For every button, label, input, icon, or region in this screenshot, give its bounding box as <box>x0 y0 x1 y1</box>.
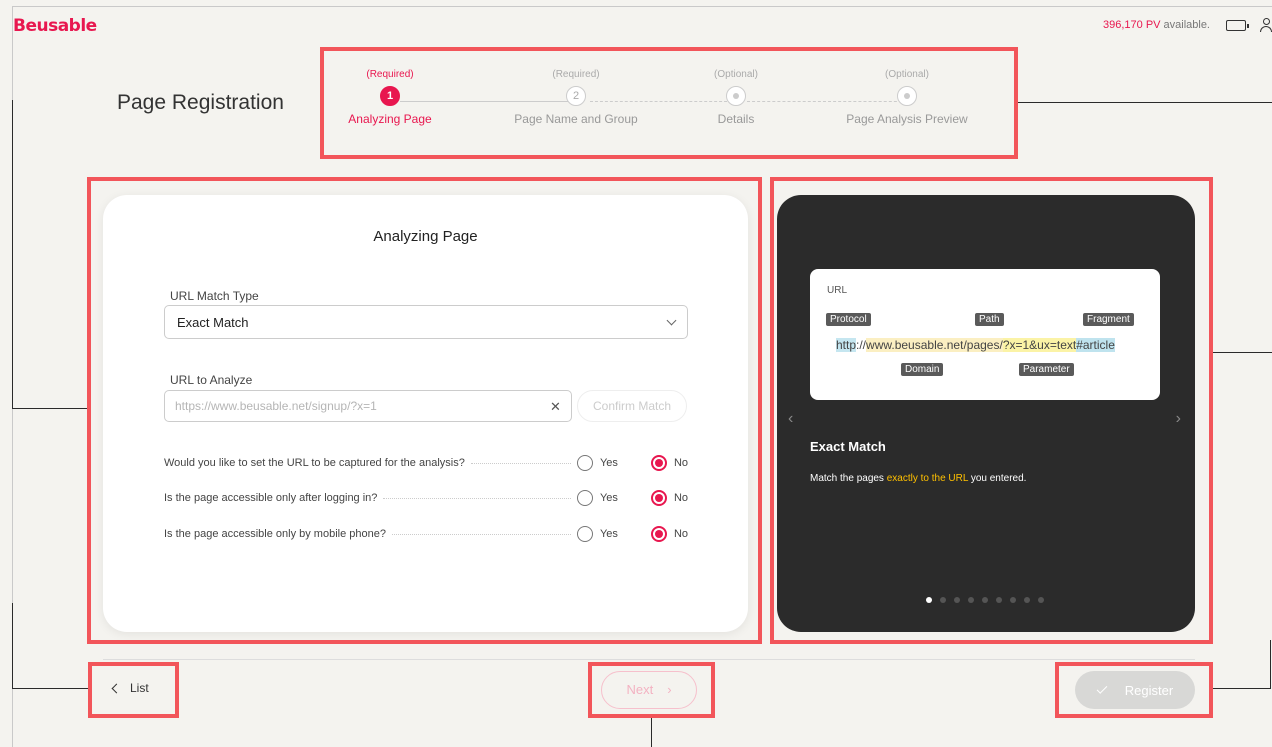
annotation-highlight-next <box>588 662 715 718</box>
user-icon[interactable] <box>1260 18 1272 32</box>
annotation-highlight-list <box>88 662 179 718</box>
annotation-connector <box>12 603 13 689</box>
annotation-connector <box>12 100 13 409</box>
pv-suffix: available. <box>1163 19 1210 31</box>
annotation-connector <box>1270 640 1271 689</box>
footer-divider <box>103 659 1195 660</box>
pv-count: 396,170 PV <box>1103 19 1161 31</box>
page-title: Page Registration <box>117 91 284 114</box>
beusable-logo[interactable]: Beusable <box>13 16 97 36</box>
annotation-connector <box>1213 688 1271 689</box>
annotation-highlight-form <box>87 177 762 644</box>
annotation-highlight-stepper <box>320 47 1018 159</box>
annotation-connector <box>12 408 87 409</box>
annotation-connector <box>12 688 88 689</box>
battery-icon <box>1226 19 1249 31</box>
top-bar-status: 396,170 PV available. <box>1103 18 1272 32</box>
annotation-connector <box>1018 102 1272 103</box>
annotation-connector <box>651 718 652 747</box>
annotation-highlight-preview <box>770 177 1213 644</box>
annotation-connector <box>1213 352 1272 353</box>
annotation-highlight-register <box>1055 662 1213 718</box>
